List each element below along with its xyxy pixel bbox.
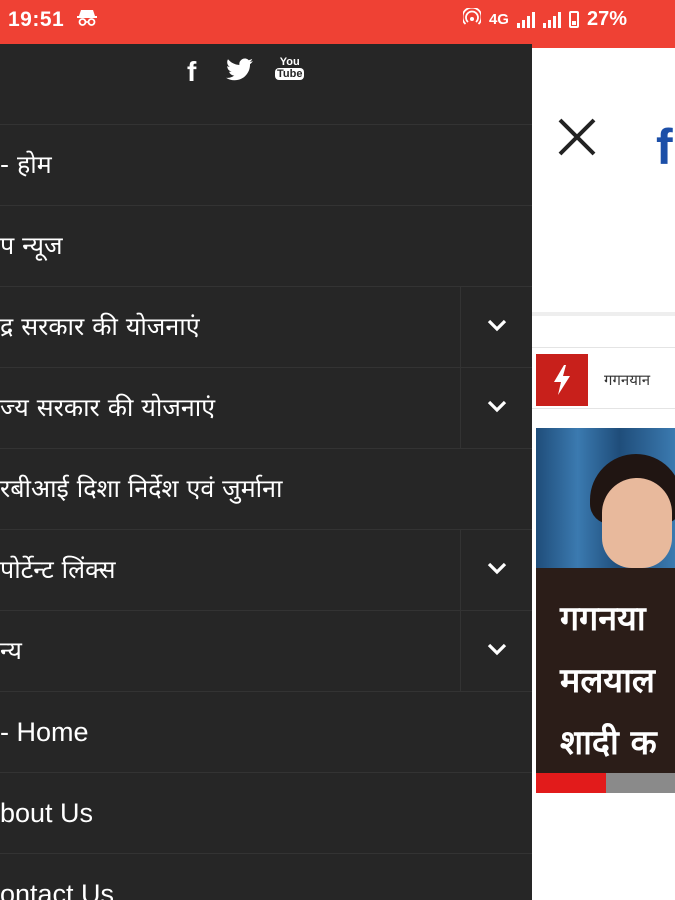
news-image-face [602,478,672,568]
battery-percent: 27% [586,8,627,30]
battery-icon [568,11,579,28]
ticker-text[interactable]: गगनयान [604,370,650,390]
chevron-down-icon [487,562,507,575]
menu-item-label: रबीआई दिशा निर्देश एवं जुर्माना [0,474,283,503]
news-headline[interactable]: गगनया मलयाल शादी क [560,588,657,773]
menu-item-top-news[interactable]: प न्यूज [0,206,532,287]
slider-progress-bar [536,773,675,793]
page-content: f गगनयान गगनया मलयाल शादी क [532,44,675,900]
incognito-icon [76,8,98,31]
divider [532,312,675,316]
menu-item-label: ज्य सरकार की योजनाएं [0,393,216,422]
chevron-down-icon [487,400,507,413]
menu-item-important-links[interactable]: पोर्टेन्ट लिंक्स [0,530,532,611]
navigation-drawer: f You Tube - होम प न्यूज द्र सरकार की यो… [0,44,532,900]
menu-item-label: ontact Us [0,879,115,900]
expand-toggle[interactable] [460,368,532,448]
status-bar: 19:51 4G 27% [0,0,675,44]
menu-item-central-schemes[interactable]: द्र सरकार की योजनाएं [0,287,532,368]
menu-item-others[interactable]: न्य [0,611,532,692]
menu-item-rbi-guidelines[interactable]: रबीआई दिशा निर्देश एवं जुर्माना [0,449,532,530]
social-links: f You Tube [0,44,532,125]
close-icon[interactable] [554,114,600,160]
menu-item-label: - Home [0,717,89,747]
youtube-you: You [279,56,300,68]
menu-item-contact-us[interactable]: ontact Us [0,854,532,900]
hotspot-icon [461,6,483,31]
facebook-icon[interactable]: f [187,56,196,88]
menu-item-label: पोर्टेन्ट लिंक्स [0,555,116,584]
featured-news-card[interactable]: गगनया मलयाल शादी क [536,428,675,773]
menu-item-state-schemes[interactable]: ज्य सरकार की योजनाएं [0,368,532,449]
headline-line-3: शादी क [560,723,657,763]
menu-item-about-us[interactable]: bout Us [0,773,532,854]
menu-item-home-hi[interactable]: - होम [0,125,532,206]
twitter-icon[interactable] [226,58,254,86]
signal-icon-2 [542,11,561,28]
menu-item-label: न्य [0,636,22,665]
headline-line-1: गगनया [560,599,646,639]
network-type: 4G [488,11,509,28]
site-logo[interactable]: f [656,122,673,172]
menu-item-home-en[interactable]: - Home [0,692,532,773]
header-accent-line [532,44,675,48]
expand-toggle[interactable] [460,287,532,367]
status-icons: 4G 27% [461,6,627,31]
youtube-icon[interactable]: You Tube [275,56,305,80]
menu-item-label: - होम [0,150,52,179]
headline-line-2: मलयाल [560,661,655,701]
clock: 19:51 [8,8,65,31]
menu-item-label: द्र सरकार की योजनाएं [0,312,200,341]
chevron-down-icon [487,643,507,656]
breaking-news-ticker[interactable]: गगनयान [532,347,675,409]
slider-progress-fill [536,773,606,793]
flash-icon [536,354,588,406]
menu-item-label: bout Us [0,798,94,828]
youtube-tube: Tube [275,68,305,80]
chevron-down-icon [487,319,507,332]
expand-toggle[interactable] [460,530,532,610]
expand-toggle[interactable] [460,611,532,691]
signal-icon-1 [516,11,535,28]
menu-item-label: प न्यूज [0,231,63,260]
